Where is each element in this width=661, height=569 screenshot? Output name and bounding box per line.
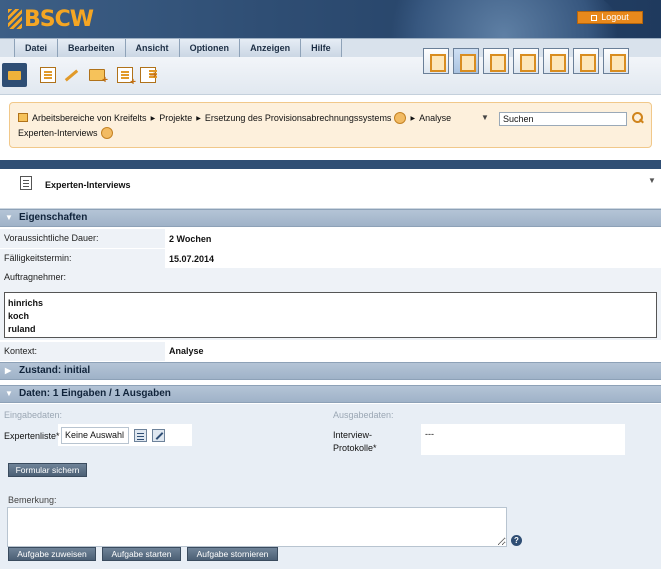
main-menu: Datei Bearbeiten Ansicht Optionen Anzeig…	[14, 39, 342, 58]
bscw-logo: BSCW	[8, 7, 94, 32]
menu-optionen[interactable]: Optionen	[179, 39, 241, 58]
menu-anzeigen[interactable]: Anzeigen	[240, 39, 302, 58]
collapse-triangle-icon: ▼	[5, 213, 13, 222]
menu-datei[interactable]: Datei	[14, 39, 59, 58]
document-tool-icon[interactable]	[513, 48, 539, 74]
duration-value: 2 Wochen	[169, 234, 212, 244]
properties-section-header[interactable]: ▼ Eigenschaften	[0, 209, 661, 227]
logout-label: Logout	[601, 12, 629, 22]
data-section-header[interactable]: ▼ Daten: 1 Eingaben / 1 Ausgaben	[0, 385, 661, 403]
people-icon	[394, 112, 407, 124]
protocols-field	[421, 424, 625, 455]
move-document-icon[interactable]	[140, 67, 157, 83]
open-folder-icon[interactable]	[2, 63, 27, 87]
context-value-row: Analyse	[0, 342, 661, 361]
search-input[interactable]	[499, 112, 627, 126]
breadcrumb-separator-icon: ▶	[196, 116, 201, 122]
protocols-label: Interview- Protokolle*	[333, 429, 377, 455]
remark-textarea[interactable]	[7, 507, 507, 547]
task-icon	[20, 176, 32, 190]
edit-selection-icon[interactable]	[152, 429, 165, 442]
breadcrumb: Arbeitsbereiche von Kreifelts ▶ Projekte ▶ E…	[18, 111, 498, 140]
workspace-icon	[18, 113, 28, 122]
tasks-tool-icon[interactable]	[603, 48, 629, 74]
home-tool-icon[interactable]	[453, 48, 479, 74]
outputs-label: Ausgabedaten:	[333, 410, 394, 420]
collapse-triangle-icon: ▼	[5, 389, 13, 398]
page-title: Experten-Interviews	[45, 180, 131, 190]
context-value[interactable]: Analyse	[169, 342, 204, 361]
search-icon[interactable]	[631, 111, 645, 125]
add-folder-icon[interactable]	[89, 69, 108, 86]
menu-hilfe[interactable]: Hilfe	[301, 39, 342, 58]
duration-value-row: 2 Wochen	[0, 230, 661, 249]
breadcrumb-separator-icon: ▶	[150, 116, 156, 122]
breadcrumb-separator-icon: ▶	[410, 116, 416, 122]
assign-task-button[interactable]: Aufgabe zuweisen	[8, 547, 96, 561]
logout-button[interactable]: Logout	[577, 11, 643, 24]
assignees-label: Auftragnehmer:	[4, 272, 67, 282]
lock-icon	[591, 15, 598, 21]
help-icon[interactable]: ?	[511, 535, 522, 546]
contacts-tool-icon[interactable]	[543, 48, 569, 74]
breadcrumb-item[interactable]: Projekte	[159, 113, 192, 123]
protocols-label-line2: Protokolle*	[333, 443, 377, 453]
menu-ansicht[interactable]: Ansicht	[125, 39, 180, 58]
start-task-button[interactable]: Aufgabe starten	[102, 547, 181, 561]
logo-text: BSCW	[24, 7, 94, 32]
clipboard-tool-icon[interactable]	[483, 48, 509, 74]
breadcrumb-bar: Arbeitsbereiche von Kreifelts ▶ Projekte ▶ E…	[9, 102, 652, 148]
save-form-button[interactable]: Formular sichern	[8, 463, 87, 477]
edit-icon[interactable]	[63, 67, 79, 83]
calendar-tool-icon[interactable]	[423, 48, 449, 74]
separator-bar	[0, 160, 661, 169]
section-title: Zustand: initial	[19, 365, 91, 376]
remark-label: Bemerkung:	[8, 495, 57, 505]
view-tools	[423, 48, 629, 74]
cancel-task-button[interactable]: Aufgabe stornieren	[187, 547, 278, 561]
inputs-label: Eingabedaten:	[4, 410, 63, 420]
assignee-item: koch	[8, 311, 30, 321]
breadcrumb-item[interactable]: Ersetzung des Provisionsabrechnungssyste…	[205, 113, 392, 123]
expand-triangle-icon: ▶	[5, 366, 12, 375]
assignee-item: hinrichs	[8, 298, 44, 308]
breadcrumb-item-current: Experten-Interviews	[18, 128, 98, 138]
state-section-header[interactable]: ▶ Zustand: initial	[0, 362, 661, 380]
title-menu-dropdown-icon[interactable]: ▼	[648, 176, 656, 185]
protocols-value: ---	[425, 429, 434, 439]
expert-list-label: Expertenliste*	[4, 431, 60, 441]
expert-list-select[interactable]: Keine Auswahl	[61, 427, 129, 444]
select-list-icon[interactable]	[134, 429, 147, 442]
assignee-item: ruland	[8, 324, 36, 334]
protocols-label-line1: Interview-	[333, 430, 373, 440]
assignees-box: hinrichs koch ruland	[4, 292, 657, 338]
breadcrumb-item[interactable]: Arbeitsbereiche von Kreifelts	[32, 113, 147, 123]
notes-tool-icon[interactable]	[573, 48, 599, 74]
due-value-row: 15.07.2014	[0, 250, 661, 269]
section-title: Eigenschaften	[19, 212, 88, 223]
note-icon[interactable]	[40, 67, 56, 83]
section-title: Daten: 1 Eingaben / 1 Ausgaben	[19, 388, 171, 399]
top-header: BSCW Logout	[0, 0, 661, 40]
search-scope-dropdown-icon[interactable]: ▼	[481, 113, 489, 122]
breadcrumb-item[interactable]: Analyse	[419, 113, 451, 123]
due-value: 15.07.2014	[169, 254, 215, 264]
people-icon	[100, 127, 113, 139]
logo-mark-icon	[8, 9, 22, 29]
menu-bearbeiten[interactable]: Bearbeiten	[58, 39, 126, 58]
add-document-icon[interactable]	[117, 67, 136, 88]
